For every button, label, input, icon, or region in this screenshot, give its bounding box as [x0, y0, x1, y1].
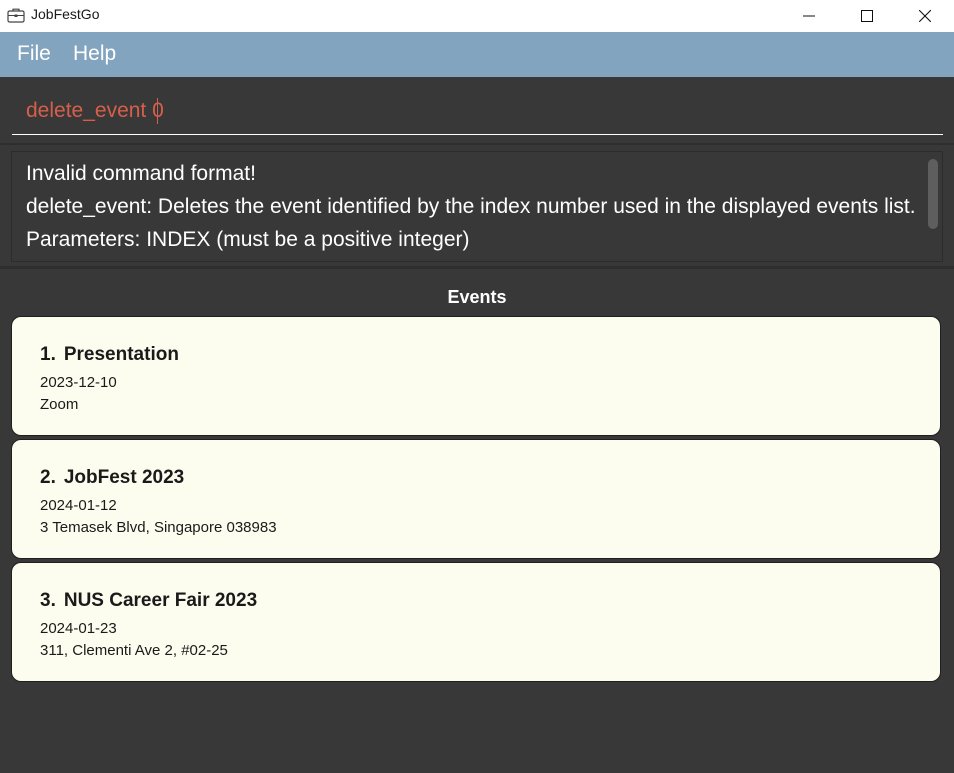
- event-title: 3. NUS Career Fair 2023: [40, 590, 257, 612]
- event-date: 2024-01-12: [40, 497, 117, 514]
- event-card[interactable]: 1. Presentation 2023-12-10 Zoom: [11, 316, 941, 436]
- event-card[interactable]: 2. JobFest 2023 2024-01-12 3 Temasek Blvd…: [11, 439, 941, 559]
- event-date: 2024-01-23: [40, 620, 117, 637]
- event-index: 1.: [40, 344, 56, 365]
- briefcase-icon: [7, 7, 25, 23]
- event-card[interactable]: 3. NUS Career Fair 2023 2024-01-23 311, C…: [11, 562, 941, 682]
- event-title: 2. JobFest 2023: [40, 467, 184, 489]
- close-icon: [919, 10, 931, 22]
- event-name: JobFest 2023: [63, 467, 185, 488]
- events-heading: Events: [447, 287, 507, 307]
- close-button[interactable]: [896, 0, 954, 32]
- minimize-icon: [803, 15, 815, 17]
- window-title-bar: JobFestGo: [0, 0, 954, 32]
- command-input[interactable]: [12, 88, 943, 134]
- event-date: 2023-12-10: [40, 374, 117, 391]
- scrollbar-thumb[interactable]: [928, 159, 938, 229]
- command-box: [12, 88, 943, 135]
- text-caret: [157, 98, 158, 124]
- divider: [0, 266, 954, 269]
- result-line: delete_event: Deletes the event identifi…: [26, 195, 916, 218]
- divider: [0, 143, 954, 145]
- result-line: Invalid command format!: [26, 162, 256, 185]
- result-display: Invalid command format! delete_event: De…: [11, 151, 943, 262]
- menu-bar: File Help: [0, 32, 954, 77]
- event-location: 3 Temasek Blvd, Singapore 038983: [40, 519, 277, 536]
- event-index: 3.: [40, 590, 56, 611]
- event-index: 2.: [40, 467, 56, 488]
- event-location: 311, Clementi Ave 2, #02-25: [40, 642, 228, 659]
- event-location: Zoom: [40, 396, 79, 413]
- menu-file[interactable]: File: [17, 42, 51, 66]
- maximize-icon: [861, 10, 873, 22]
- minimize-button[interactable]: [780, 0, 838, 32]
- menu-help[interactable]: Help: [73, 42, 116, 66]
- event-title: 1. Presentation: [40, 344, 179, 366]
- maximize-button[interactable]: [838, 0, 896, 32]
- result-line: Parameters: INDEX (must be a positive in…: [26, 228, 470, 251]
- event-name: Presentation: [63, 344, 179, 365]
- event-name: NUS Career Fair 2023: [63, 590, 258, 611]
- window-title: JobFestGo: [31, 6, 100, 22]
- result-scrollbar[interactable]: [925, 156, 939, 257]
